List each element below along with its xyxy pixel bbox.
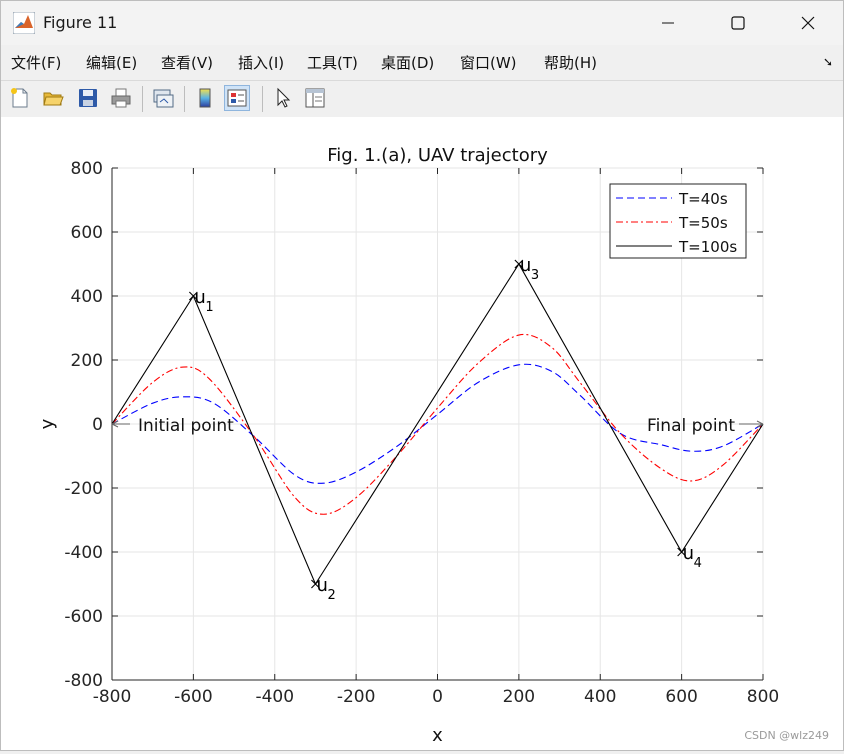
close-button[interactable]	[773, 1, 843, 45]
link-plot-button[interactable]	[150, 85, 176, 111]
chart-title: Fig. 1.(a), UAV trajectory	[327, 145, 548, 166]
maximize-button[interactable]	[703, 1, 773, 45]
y-tick-label: -800	[64, 671, 103, 691]
y-tick-label: 0	[92, 415, 103, 435]
figure-window: Figure 11 文件(F) 编辑(E) 查看(V) 插入(I) 工具(T) …	[0, 0, 844, 751]
x-tick-label: 200	[503, 687, 535, 707]
print-icon	[111, 88, 131, 108]
x-tick-label: 800	[747, 687, 779, 707]
title-bar: Figure 11	[1, 1, 843, 45]
waypoint-subscript-3: 3	[531, 268, 539, 283]
edit-plot-button[interactable]	[270, 85, 296, 111]
close-icon	[801, 16, 815, 30]
property-inspector-icon	[305, 88, 325, 108]
annotation-text-0: Initial point	[138, 416, 234, 436]
waypoint-subscript-1: 1	[205, 300, 213, 315]
waypoint-subscript-4: 4	[694, 556, 702, 571]
x-tick-label: -400	[255, 687, 294, 707]
maximize-icon	[731, 16, 745, 30]
legend-label-1: T=50s	[678, 214, 728, 232]
minimize-icon	[662, 22, 674, 24]
insert-colorbar-button[interactable]	[192, 85, 218, 111]
matlab-logo-icon	[13, 12, 35, 34]
waypoint-subscript-2: 2	[327, 588, 335, 603]
y-tick-label: 400	[71, 287, 103, 307]
menu-file[interactable]: 文件(F)	[11, 52, 61, 73]
edit-plot-arrow-icon	[277, 87, 291, 108]
annotation-text-1: Final point	[647, 416, 735, 436]
save-button[interactable]	[75, 85, 101, 111]
menu-insert[interactable]: 插入(I)	[238, 52, 284, 73]
open-file-icon	[43, 92, 64, 106]
insert-colorbar-icon	[199, 88, 211, 108]
x-tick-label: 400	[584, 687, 616, 707]
toolbar-separator	[262, 86, 263, 112]
x-tick-label: 600	[665, 687, 697, 707]
property-inspector-button[interactable]	[302, 85, 328, 111]
waypoint-label-4: u	[683, 543, 694, 564]
menu-tools[interactable]: 工具(T)	[307, 52, 358, 73]
menu-desktop[interactable]: 桌面(D)	[381, 52, 434, 73]
print-button[interactable]	[108, 85, 134, 111]
toolbar-separator	[142, 86, 143, 112]
insert-legend-button[interactable]	[224, 85, 250, 111]
menu-view[interactable]: 查看(V)	[161, 52, 213, 73]
menu-bar: 文件(F) 编辑(E) 查看(V) 插入(I) 工具(T) 桌面(D) 窗口(W…	[1, 46, 843, 78]
new-figure-button[interactable]	[7, 85, 33, 111]
x-tick-label: 0	[432, 687, 443, 707]
save-icon	[79, 89, 97, 107]
figure-toolbar	[1, 80, 843, 118]
minimize-button[interactable]	[633, 1, 703, 45]
figure-canvas: -800 -600 -400 -200 0 200 400 600 800 -800 -600 -40…	[1, 117, 843, 750]
x-tick-label: -600	[174, 687, 213, 707]
new-figure-icon	[11, 88, 28, 108]
toolbar-separator	[184, 86, 185, 112]
link-plot-icon	[153, 89, 174, 108]
y-tick-label: 800	[71, 159, 103, 179]
legend-label-2: T=100s	[678, 238, 737, 256]
insert-legend-icon	[227, 89, 247, 107]
open-file-button[interactable]	[40, 85, 66, 111]
y-tick-label: 200	[71, 351, 103, 371]
y-axis-label: y	[37, 418, 58, 429]
waypoint-label-1: u	[194, 287, 205, 308]
legend-label-0: T=40s	[678, 190, 728, 208]
axes-plot[interactable]: -800 -600 -400 -200 0 200 400 600 800-800-600-40…	[1, 117, 843, 750]
menu-edit[interactable]: 编辑(E)	[86, 52, 137, 73]
y-tick-label: -400	[64, 543, 103, 563]
watermark: CSDN @wlz249	[744, 729, 829, 742]
y-tick-label: -200	[64, 479, 103, 499]
y-tick-label: 600	[71, 223, 103, 243]
window-title: Figure 11	[43, 13, 118, 32]
y-tick-label: -600	[64, 607, 103, 627]
x-tick-label: -200	[337, 687, 376, 707]
waypoint-label-2: u	[316, 575, 327, 596]
waypoint-label-3: u	[520, 255, 531, 276]
menu-help[interactable]: 帮助(H)	[544, 52, 597, 73]
menu-window[interactable]: 窗口(W)	[460, 52, 517, 73]
dock-figure-icon[interactable]: ➘	[823, 55, 833, 69]
x-axis-label: x	[432, 725, 443, 746]
